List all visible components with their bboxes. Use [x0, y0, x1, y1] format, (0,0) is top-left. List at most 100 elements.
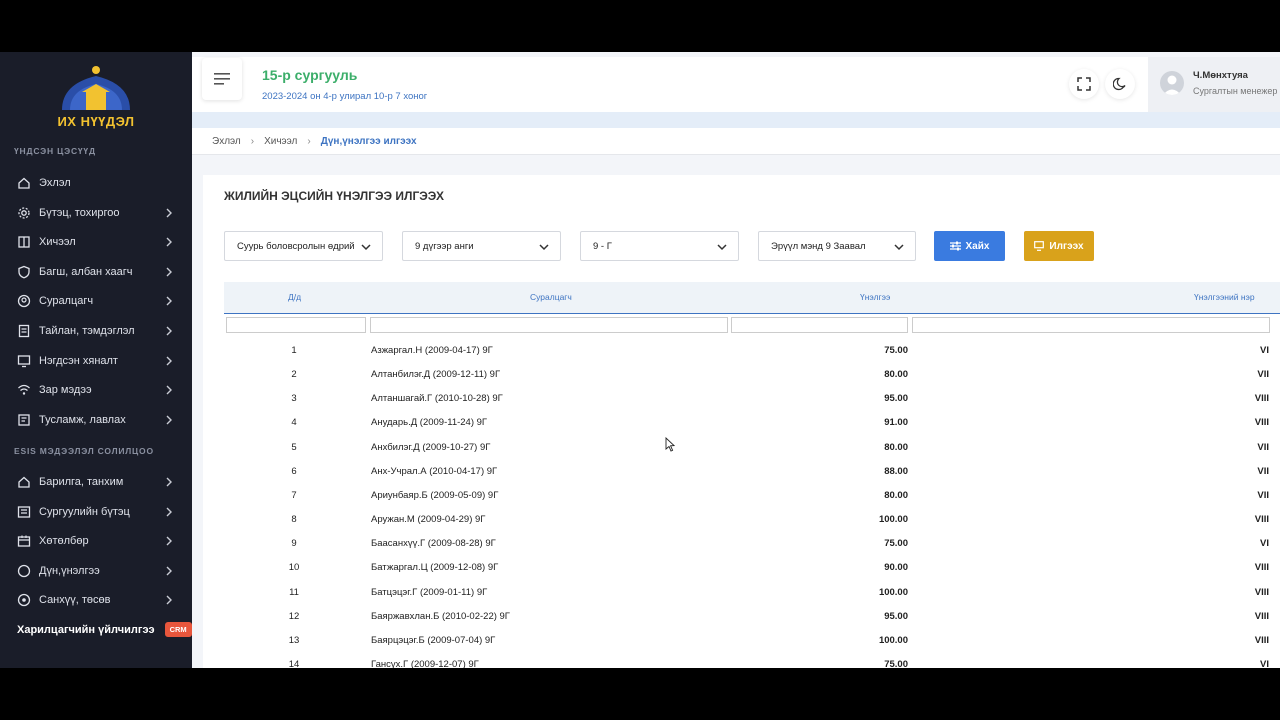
- table-row[interactable]: 9 Баасанхүү.Г (2009-08-28) 9Г 75.00 VI: [224, 532, 1280, 556]
- sidebar-item-esis-0[interactable]: Барилга, танхим: [0, 468, 192, 496]
- table-row[interactable]: 2 Алтанбилэг.Д (2009-12-11) 9Г 80.00 VII: [224, 363, 1280, 387]
- grade-icon: [17, 564, 31, 578]
- col-header-score[interactable]: Үнэлгээ: [860, 292, 890, 302]
- chevron-right-icon: [164, 236, 174, 248]
- table-row[interactable]: 8 Аружан.М (2009-04-29) 9Г 100.00 VIII: [224, 508, 1280, 532]
- row-number: 10: [288, 562, 300, 574]
- breadcrumb: Эхлэл › Хичээл › Дүн,үнэлгээ илгээх: [192, 128, 1280, 155]
- sidebar-item-label: Суралцагч: [39, 295, 94, 308]
- monitor-icon: [1034, 241, 1045, 251]
- row-number: 1: [291, 345, 297, 356]
- section-label-esis: ESIS МЭДЭЭЛЭЛ СОЛИЛЦОО: [14, 446, 154, 456]
- sidebar-item-main-3[interactable]: Багш, албан хаагч: [0, 258, 192, 286]
- sidebar-item-main-7[interactable]: Зар мэдээ: [0, 376, 192, 404]
- app-frame: ИХ НҮҮДЭЛ ҮНДСЭН ЦЭСҮҮД Эхлэл Бүтэц, тохи…: [0, 52, 1280, 668]
- table-row[interactable]: 4 Анударь.Д (2009-11-24) 9Г 91.00 VIII: [224, 411, 1280, 435]
- grade-name: VIII: [1254, 634, 1269, 646]
- grade-submission-card: ЖИЛИЙН ЭЦСИЙН ҮНЭЛГЭЭ ИЛГЭЭХ Суурь болов…: [203, 175, 1280, 668]
- menu-toggle-button[interactable]: [202, 58, 242, 100]
- table-row[interactable]: 7 Ариунбаяр.Б (2009-05-09) 9Г 80.00 VII: [224, 484, 1280, 508]
- chevron-right-icon: ›: [250, 135, 255, 147]
- mouse-cursor-icon: [665, 437, 675, 452]
- score-value: 75.00: [884, 658, 908, 668]
- user-profile[interactable]: Ч.Мөнхтуяа Сургалтын менежер: [1148, 57, 1280, 112]
- breadcrumb-home[interactable]: Эхлэл: [212, 136, 241, 147]
- avatar: [1160, 71, 1184, 95]
- sidebar-item-main-0[interactable]: Эхлэл: [0, 169, 192, 197]
- user-role: Сургалтын менежер: [1193, 86, 1278, 96]
- logo-emblem-icon: [62, 66, 130, 110]
- building-icon: [17, 475, 31, 489]
- col-header-grade-name[interactable]: Үнэлгээний нэр: [1194, 292, 1255, 302]
- sidebar-item-main-4[interactable]: Суралцагч: [0, 287, 192, 315]
- row-number: 2: [291, 369, 297, 381]
- moon-icon: [1113, 77, 1126, 91]
- table-row[interactable]: 13 Баярцэцэг.Б (2009-07-04) 9Г 100.00 VIII: [224, 629, 1280, 653]
- grade-name-filter-input[interactable]: [912, 317, 1270, 333]
- sidebar-item-main-5[interactable]: Тайлан, тэмдэглэл: [0, 317, 192, 345]
- search-button[interactable]: Хайх: [934, 231, 1005, 261]
- grade-value: 9 дүгээр анги: [415, 240, 474, 252]
- send-button[interactable]: Илгээх: [1024, 231, 1094, 261]
- num-filter-input[interactable]: [226, 317, 366, 333]
- table-row[interactable]: 3 Алтаншагай.Г (2010-10-28) 9Г 95.00 VIII: [224, 387, 1280, 411]
- sidebar-item-label: Зар мэдээ: [39, 384, 92, 397]
- sidebar-item-main-8[interactable]: Тусламж, лавлах: [0, 406, 192, 434]
- col-header-num[interactable]: Д/д: [288, 292, 301, 302]
- grade-select[interactable]: 9 дүгээр анги: [402, 231, 561, 261]
- table-row[interactable]: 5 Анхбилэг.Д (2009-10-27) 9Г 80.00 VII: [224, 436, 1280, 460]
- row-number: 5: [291, 441, 297, 453]
- chevron-right-icon: ›: [307, 135, 311, 147]
- table-header: Д/д Суралцагч Үнэлгээ Үнэлгээний нэр: [224, 282, 1280, 313]
- school-title: 15-р сургууль: [262, 67, 358, 83]
- table-row[interactable]: 10 Батжаргал.Ц (2009-12-08) 9Г 90.00 VIII: [224, 556, 1280, 580]
- table-row[interactable]: 11 Батцэцэг.Г (2009-01-11) 9Г 100.00 VIII: [224, 581, 1280, 605]
- table-row[interactable]: 1 Азжаргал.Н (2009-04-17) 9Г 75.00 VI: [224, 339, 1280, 363]
- score-value: 100.00: [878, 634, 908, 646]
- score-filter-input[interactable]: [731, 317, 908, 333]
- grade-name: VIII: [1254, 417, 1269, 429]
- student-name: Анх-Учрал.А (2010-04-17) 9Г: [371, 465, 498, 477]
- monitor-icon: [17, 354, 31, 368]
- breadcrumb-section[interactable]: Хичээл: [264, 136, 297, 147]
- sidebar-item-main-2[interactable]: Хичээл: [0, 228, 192, 256]
- score-value: 80.00: [884, 369, 908, 381]
- sidebar-item-label: Хөтөлбөр: [39, 535, 89, 548]
- table-row[interactable]: 14 Гансүх.Г (2009-12-07) 9Г 75.00 VI: [224, 653, 1280, 668]
- school-logo[interactable]: ИХ НҮҮДЭЛ: [56, 62, 136, 132]
- user-avatar-icon: [1163, 75, 1181, 95]
- student-filter-input[interactable]: [370, 317, 728, 333]
- filter-sliders-icon: [949, 241, 961, 251]
- breadcrumb-current: Дүн,үнэлгээ илгээх: [320, 135, 417, 147]
- student-name: Гансүх.Г (2009-12-07) 9Г: [371, 658, 479, 668]
- sidebar-item-esis-2[interactable]: Хөтөлбөр: [0, 527, 192, 555]
- sidebar-item-crm[interactable]: Харилцагчийн үйлчилгээ CRM: [17, 622, 192, 637]
- sidebar-item-esis-3[interactable]: Дүн,үнэлгээ: [0, 557, 192, 585]
- sidebar-item-esis-4[interactable]: Санхүү, төсөв: [0, 586, 192, 614]
- sidebar-item-main-1[interactable]: Бүтэц, тохиргоо: [0, 199, 192, 227]
- table-row[interactable]: 12 Баяржавхлан.Б (2010-02-22) 9Г 95.00 VIII: [224, 605, 1280, 629]
- sidebar: ИХ НҮҮДЭЛ ҮНДСЭН ЦЭСҮҮД Эхлэл Бүтэц, тохи…: [0, 52, 192, 668]
- grade-name: VII: [1257, 465, 1269, 477]
- sidebar-item-label: Бүтэц, тохиргоо: [39, 206, 120, 219]
- sidebar-item-label: Эхлэл: [39, 177, 71, 189]
- row-number: 4: [291, 417, 297, 429]
- subject-select[interactable]: Эрүүл мэнд 9 Заавал: [758, 231, 916, 261]
- user-circle-icon: [17, 294, 31, 308]
- chevron-right-icon: [164, 594, 174, 606]
- score-value: 75.00: [884, 345, 908, 356]
- sidebar-item-main-6[interactable]: Нэгдсэн хяналт: [0, 347, 192, 375]
- dark-mode-button[interactable]: [1105, 69, 1135, 99]
- chevron-right-icon: [164, 535, 174, 547]
- sidebar-item-esis-1[interactable]: Сургуулийн бүтэц: [0, 498, 192, 526]
- row-number: 3: [291, 393, 297, 405]
- student-name: Батжаргал.Ц (2009-12-08) 9Г: [371, 562, 499, 574]
- table-row[interactable]: 6 Анх-Учрал.А (2010-04-17) 9Г 88.00 VII: [224, 460, 1280, 484]
- education-level-select[interactable]: Суурь боловсролын өдрийн: [224, 231, 383, 261]
- grade-name: VIII: [1254, 610, 1269, 622]
- student-name: Баярцэцэг.Б (2009-07-04) 9Г: [371, 634, 496, 646]
- class-select[interactable]: 9 - Г: [580, 231, 739, 261]
- fullscreen-button[interactable]: [1069, 69, 1099, 99]
- col-header-student[interactable]: Суралцагч: [530, 292, 572, 302]
- sidebar-item-label: Багш, албан хаагч: [39, 265, 133, 278]
